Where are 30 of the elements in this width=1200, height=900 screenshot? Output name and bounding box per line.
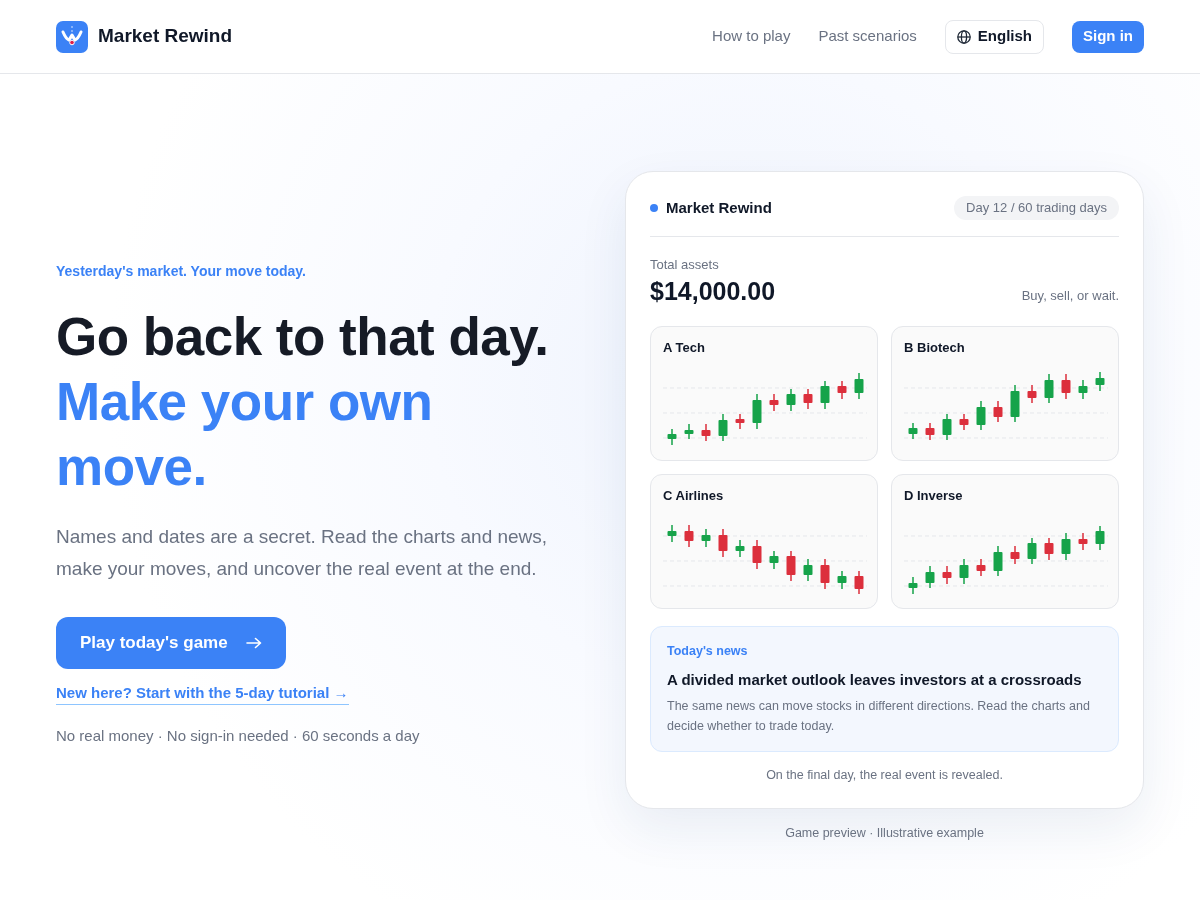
nav-link[interactable]: How to play xyxy=(712,25,791,48)
hero-description: Names and dates are a secret. Read the charts and news, make your moves, and uncover the real event at the end. xyxy=(56,525,549,581)
footer-text: On the final day, the real event is revealed. xyxy=(765,767,1004,784)
sign-in-button[interactable]: Sign in xyxy=(1072,20,1144,53)
note-text: No real money · No sign-in needed · 60 seconds a day xyxy=(56,726,421,746)
preview-title: Market Rewind xyxy=(666,197,772,218)
logo-icon xyxy=(56,20,88,53)
news-headline: A divided market outlook leaves investors at a crossroads xyxy=(667,670,1083,690)
news-body: The same news can move stocks in different directions. Read the charts and decide whether to trade today. xyxy=(667,698,1091,735)
stock-name: D Inverse xyxy=(903,487,964,505)
tagline: Yesterday's market. Your move today. xyxy=(56,262,307,281)
tutorial-link[interactable]: New here? Start with the 5-day tutorial → xyxy=(56,683,349,705)
stock-name: A Tech xyxy=(662,339,706,357)
headline: Go back to that day. xyxy=(56,306,550,368)
assets-value: $14,000.00 xyxy=(650,276,776,306)
stock-name: B Biotech xyxy=(903,339,966,357)
globe-icon xyxy=(956,29,971,44)
play-button[interactable]: Play today's game xyxy=(56,617,286,669)
hint-text: Buy, sell, or wait. xyxy=(1021,287,1119,305)
brand-name: Market Rewind xyxy=(98,24,233,49)
assets-label: Total assets xyxy=(650,256,720,274)
stock-name: C Airlines xyxy=(662,487,725,505)
language-button[interactable]: English xyxy=(944,19,1044,54)
nav-link[interactable]: Past scenarios xyxy=(818,25,917,48)
news-label: Today's news xyxy=(667,643,749,660)
headline-accent: Make your own move. xyxy=(56,371,434,498)
day-badge: Day 12 / 60 trading days xyxy=(954,196,1119,220)
preview-caption: Game preview · Illustrative example xyxy=(785,825,984,842)
arrow-right-icon xyxy=(245,637,262,649)
dot-icon xyxy=(650,204,658,212)
